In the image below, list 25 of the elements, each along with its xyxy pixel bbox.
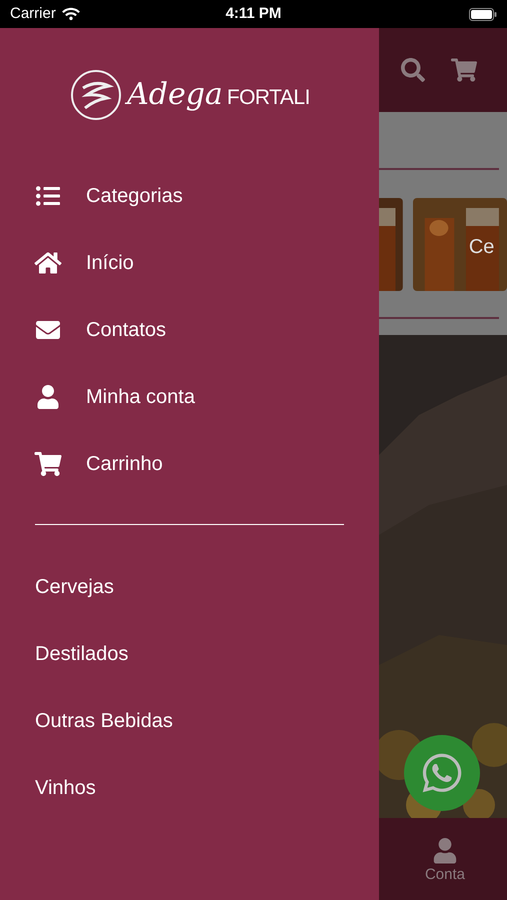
whatsapp-icon <box>420 751 464 795</box>
category-label: Ce <box>468 235 494 260</box>
user-icon <box>432 838 457 864</box>
menu-item[interactable]: Contatos <box>0 296 379 363</box>
cart-icon[interactable] <box>451 58 477 82</box>
menu-item[interactable]: Carrinho <box>0 430 379 497</box>
menu-item[interactable]: Categorias <box>0 162 379 229</box>
brand-name: FORTALI <box>226 85 310 111</box>
list-icon <box>34 184 62 208</box>
category-item[interactable]: Outras Bebidas <box>0 687 379 754</box>
menu-item[interactable]: Início <box>0 229 379 296</box>
category-item[interactable]: Destilados <box>0 620 379 687</box>
wifi-icon <box>62 7 80 21</box>
logo-icon <box>69 68 124 122</box>
category-item[interactable]: Cervejas <box>0 553 379 620</box>
menu-item[interactable]: Minha conta <box>0 363 379 430</box>
home-icon <box>34 250 62 274</box>
brand-script: Adega <box>127 68 223 122</box>
battery-icon <box>469 8 497 20</box>
search-icon[interactable] <box>401 58 425 82</box>
carrier-label: Carrier <box>10 4 56 24</box>
status-time: 4:11 PM <box>226 4 282 24</box>
cart-icon <box>34 452 62 476</box>
category-item[interactable]: Vinhos <box>0 754 379 821</box>
account-tab[interactable]: Conta <box>424 838 465 886</box>
